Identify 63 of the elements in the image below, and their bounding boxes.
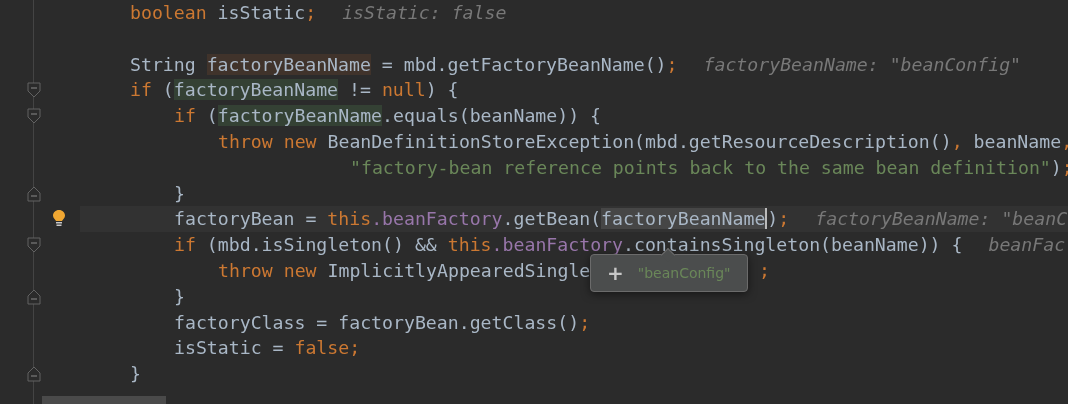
fold-icon[interactable] [27,237,41,254]
code-text: = mbd.getFactoryBeanName() [380,53,667,75]
code-text: ImplicitlyAppearedSingle [326,259,591,281]
code-text: isStatic = [174,337,285,359]
keyword-text: null [381,79,426,101]
code-text: .getBean( [502,208,602,230]
lightbulb-icon[interactable] [52,209,66,228]
punctuation-text: ; [305,2,317,23]
punctuation-text: ; [349,337,361,359]
code-text: factoryBeanName [206,53,371,75]
keyword-text: throw new [218,259,317,281]
fold-icon[interactable] [27,366,41,383]
inline-value-hint: factoryBeanName: "beanConfig" [703,53,1022,75]
code-text: } [174,285,185,307]
punctuation-text: ; [778,208,790,230]
code-text: BeanDefinitionStoreException(mbd.getResourceDescription() [326,131,952,152]
code-text: factoryBeanName [173,79,339,101]
inline-value-hint: isStatic: false [342,2,507,23]
keyword-text: this [327,208,372,230]
code-text: .containsSingleton(beanName)) { [623,234,963,256]
code-text: (mbd.isSingleton() && [205,234,438,256]
horizontal-scrollbar[interactable] [42,396,166,404]
code-text: ) { [425,79,459,101]
code-text: factoryBeanName [601,208,768,230]
keyword-text: if [174,105,196,127]
code-text: ) [767,208,779,230]
code-text: } [130,363,141,385]
keyword-text: this [447,234,492,256]
string-literal: "factory-bean reference points back to the same bean definition" [350,156,1051,178]
keyword-text: false [294,337,350,359]
fold-icon[interactable] [27,185,41,202]
punctuation-text: ; [666,53,678,75]
inline-value-hint: beanFac [988,234,1066,256]
keyword-text: boolean [130,2,207,23]
fold-icon[interactable] [27,108,41,125]
popup-value: "beanConfig" [637,265,731,281]
code-text: factoryClass = factoryBean.getClass() [174,311,580,333]
code-text: ( [161,79,174,101]
field-name: .beanFactory [371,208,503,230]
field-name: .beanFactory [491,234,623,256]
code-text: isStatic [216,2,306,23]
code-text: .equals(beanName)) { [382,105,602,127]
code-text: String [130,53,197,75]
add-watch-button[interactable]: + [607,261,624,285]
fold-icon[interactable] [27,288,41,305]
keyword-text: if [130,79,152,101]
code-editor[interactable] [0,0,1068,404]
keyword-text: throw new [218,131,317,152]
code-text: beanName [972,131,1062,152]
punctuation-text: ; [758,259,770,281]
fold-icon[interactable] [27,82,41,99]
code-text: ( [205,105,218,127]
punctuation-text: , [1061,131,1068,152]
keyword-text: if [174,234,196,256]
code-text: } [174,182,185,204]
code-text: != [348,79,372,101]
punctuation-text: ; [1061,156,1068,178]
punctuation-text: , [951,131,963,152]
code-text: ) [1050,156,1062,178]
code-text: factoryBeanName [217,105,383,127]
punctuation-text: ; [579,311,591,333]
code-text: factoryBean = [174,208,318,230]
inline-value-hint: factoryBeanName: "beanC [815,208,1068,230]
